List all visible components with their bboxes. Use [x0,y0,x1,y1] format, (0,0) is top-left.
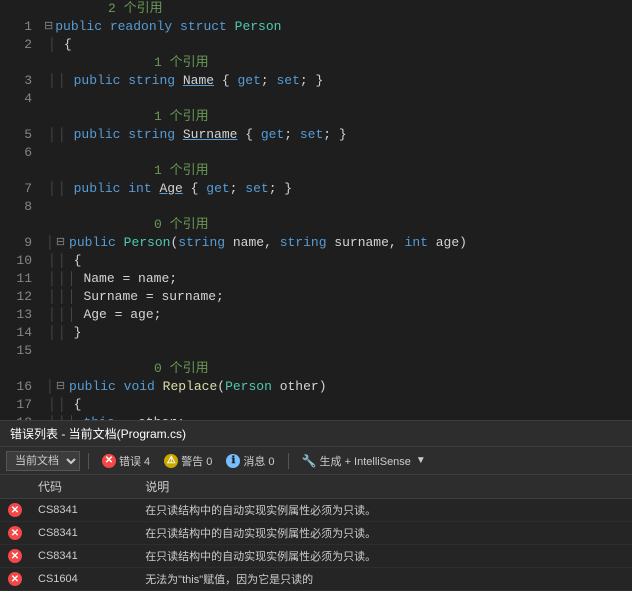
error-icon-btn: ✕ [102,454,116,468]
code-line: │││Age = age; [44,306,632,324]
col-desc: 说明 [137,475,612,499]
error-msg-cell: 无法为"this"赋值，因为它是只读的 [137,568,612,591]
error-rows: ✕ CS8341在只读结构中的自动实现实例属性必须为只读。 ✕ CS8341在只读结构… [0,499,632,591]
col-icon [0,475,30,499]
error-row[interactable]: ✕ CS8341在只读结构中的自动实现实例属性必须为只读。 [0,522,632,545]
code-line: │││this = other; [44,414,632,420]
code-line: │││Name = name; [44,270,632,288]
build-icon: 🔧 [302,454,317,468]
filter-select[interactable]: 当前文档 [6,451,80,471]
col-code: 代码 [30,475,137,499]
divider2 [288,453,289,469]
error-extra-cell [612,568,632,591]
code-line: ││{ [44,396,632,414]
code-line: ││public string Surname { get; set; } [44,126,632,144]
error-type-icon: ✕ [8,549,22,563]
code-line [44,90,632,108]
code-line: │{ [44,36,632,54]
error-filter-btn[interactable]: ✕ 错误 4 [97,451,155,471]
hint-line: 2 个引用 [108,0,163,18]
code-line: ⊟ public readonly struct Person [44,18,632,36]
error-code-cell: CS8341 [30,499,137,522]
error-extra-cell [612,499,632,522]
code-content: 2 个引用 ⊟ public readonly struct Person │{… [40,0,632,420]
code-line: ││{ [44,252,632,270]
line-numbers: 1 2 3 4 5 6 7 8 9 10 11 12 13 14 15 16 1… [0,0,40,420]
error-extra-cell [612,522,632,545]
kw-public: public [55,18,110,36]
error-code-cell: CS8341 [30,522,137,545]
code-line: ││} [44,324,632,342]
error-msg-cell: 在只读结构中的自动实现实例属性必须为只读。 [137,499,612,522]
kw-struct: struct [180,18,235,36]
collapse-icon[interactable]: ⊟ [44,18,53,36]
warning-filter-btn[interactable]: ⚠ 警告 0 [159,451,217,471]
col-extra [612,475,632,499]
error-toolbar: 当前文档 ✕ 错误 4 ⚠ 警告 0 ℹ 消息 0 🔧 生成 + Intelli… [0,447,632,475]
error-extra-cell [612,545,632,568]
hint-line: 1 个引用 [44,162,632,180]
error-type-icon: ✕ [8,503,22,517]
error-code-cell: CS1604 [30,568,137,591]
error-panel-title: 错误列表 - 当前文档(Program.cs) [0,421,632,447]
error-type-icon: ✕ [8,526,22,540]
build-btn[interactable]: 🔧 生成 + IntelliSense ▼ [297,451,431,471]
hint-line: 1 个引用 [44,108,632,126]
error-msg-cell: 在只读结构中的自动实现实例属性必须为只读。 [137,545,612,568]
collapse-icon2[interactable]: ⊟ [54,234,65,252]
hint-line: 0 个引用 [44,216,632,234]
code-line: │││Surname = surname; [44,288,632,306]
error-msg-cell: 在只读结构中的自动实现实例属性必须为只读。 [137,522,612,545]
code-line: ││public string Name { get; set; } [44,72,632,90]
error-row[interactable]: ✕ CS8341在只读结构中的自动实现实例属性必须为只读。 [0,499,632,522]
message-icon-btn: ℹ [226,454,240,468]
message-filter-btn[interactable]: ℹ 消息 0 [221,451,279,471]
warning-icon-btn: ⚠ [164,454,178,468]
error-type-icon: ✕ [8,572,22,586]
code-editor: 1 2 3 4 5 6 7 8 9 10 11 12 13 14 15 16 1… [0,0,632,420]
code-line: │⊟public void Replace(Person other) [44,378,632,396]
error-row[interactable]: ✕ CS8341在只读结构中的自动实现实例属性必须为只读。 [0,545,632,568]
type-person: Person [235,18,282,36]
error-table: 代码 说明 ✕ CS8341在只读结构中的自动实现实例属性必须为只读。 ✕ CS834… [0,475,632,591]
code-line: ││public int Age { get; set; } [44,180,632,198]
hint-line: 0 个引用 [44,360,632,378]
divider [88,453,89,469]
code-line: │⊟public Person(string name, string surn… [44,234,632,252]
code-line [44,198,632,216]
hint-line: 1 个引用 [44,54,632,72]
error-row[interactable]: ✕ CS1604无法为"this"赋值，因为它是只读的 [0,568,632,591]
code-line [44,144,632,162]
code-line [44,342,632,360]
error-panel: 错误列表 - 当前文档(Program.cs) 当前文档 ✕ 错误 4 ⚠ 警告… [0,420,632,591]
error-code-cell: CS8341 [30,545,137,568]
collapse-icon3[interactable]: ⊟ [54,378,65,396]
kw-readonly: readonly [110,18,180,36]
build-dropdown-icon: ▼ [416,455,426,466]
